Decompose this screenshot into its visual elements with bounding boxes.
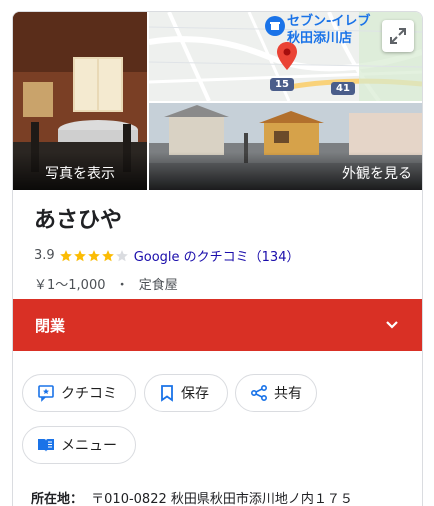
- road-shield-41: 41: [331, 82, 355, 95]
- share-button-label: 共有: [274, 386, 302, 402]
- map-store-label: セブン-イレブ 秋田添川店: [287, 13, 370, 47]
- location-pin-icon: [277, 42, 297, 74]
- share-icon: [250, 384, 268, 402]
- interior-photo[interactable]: 写真を表示: [13, 12, 147, 190]
- expand-map-button[interactable]: [382, 20, 414, 52]
- menu-button-label: メニュー: [61, 438, 117, 454]
- star-rating: [59, 249, 129, 263]
- bookmark-icon: [161, 385, 173, 402]
- review-button-label: クチコミ: [61, 386, 117, 402]
- star-filled-icon: [73, 249, 86, 261]
- view-photos-label[interactable]: 写真を表示: [13, 152, 147, 190]
- save-button-label: 保存: [181, 386, 209, 402]
- map-store-label-line2: 秋田添川店: [287, 31, 353, 46]
- map-store-label-line1: セブン-イレブ: [287, 14, 371, 29]
- price-range: ￥1～1,000: [34, 278, 106, 293]
- star-filled-icon: [59, 249, 72, 261]
- view-exterior-label[interactable]: 外観を見る: [149, 152, 422, 190]
- expand-icon: [390, 28, 406, 44]
- place-title: あさひや: [34, 208, 123, 233]
- address-value[interactable]: 〒010-0822 秋田県秋田市添川地ノ内１７５: [91, 492, 353, 506]
- place-card: 写真を表示 セブン-イレブ 秋田添川店 15 41 外観を見る あさひや 3.9…: [12, 11, 423, 506]
- share-button[interactable]: 共有: [235, 374, 317, 412]
- photo-row: 写真を表示 セブン-イレブ 秋田添川店 15 41 外観を見る: [13, 12, 422, 190]
- store-pin-icon: [265, 16, 285, 36]
- save-button[interactable]: 保存: [144, 374, 228, 412]
- price-category-row: ￥1～1,000 ・ 定食屋: [34, 274, 178, 293]
- road-shield-15: 15: [270, 78, 294, 91]
- star-empty-icon: [115, 249, 128, 261]
- closed-status-label: 閉業: [35, 316, 66, 335]
- menu-button[interactable]: メニュー: [22, 426, 136, 464]
- rating-value: 3.9: [34, 248, 55, 263]
- rating-row: 3.9 Google のクチコミ（134）: [34, 246, 299, 265]
- chevron-down-icon: [386, 321, 398, 329]
- closed-status-banner[interactable]: 閉業: [13, 299, 422, 351]
- star-filled-icon: [87, 249, 100, 261]
- review-button[interactable]: クチコミ: [22, 374, 136, 412]
- map-thumbnail[interactable]: セブン-イレブ 秋田添川店 15 41: [149, 12, 422, 101]
- exterior-photo[interactable]: 外観を見る: [149, 103, 422, 190]
- star-filled-icon: [101, 249, 114, 261]
- address-row: 所在地： 〒010-0822 秋田県秋田市添川地ノ内１７５: [31, 488, 353, 506]
- address-label: 所在地：: [31, 492, 84, 506]
- category: 定食屋: [138, 278, 178, 293]
- separator: ・: [115, 278, 129, 293]
- menu-book-icon: [38, 439, 54, 452]
- review-icon: [38, 385, 54, 402]
- google-reviews-link[interactable]: Google のクチコミ（134）: [134, 246, 300, 265]
